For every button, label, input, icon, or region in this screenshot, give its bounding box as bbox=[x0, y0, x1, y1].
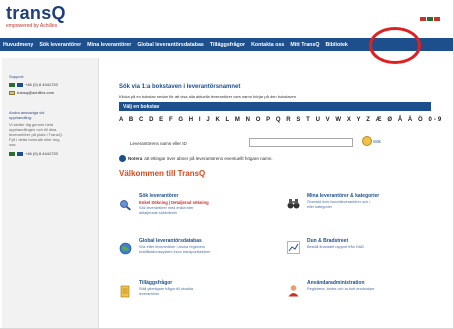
feature-title[interactable]: Dun & Bradstreet bbox=[307, 238, 348, 244]
questions-body-5: oss: bbox=[9, 142, 17, 147]
language-flag-icon[interactable] bbox=[427, 17, 433, 21]
support-phone-row: +46 (0) 8 4441720 bbox=[9, 82, 58, 87]
nav-item-global-databas[interactable]: Global leverantörsdatabas bbox=[134, 42, 207, 48]
note-bold: Notera bbox=[128, 156, 143, 161]
feature-desc: Registrera, ändra och ta bort användare bbox=[307, 287, 375, 291]
support-label: Support: bbox=[9, 74, 25, 79]
language-flag-icon[interactable] bbox=[420, 17, 426, 21]
search-icon bbox=[362, 136, 372, 146]
nav-item-mitt-transq[interactable]: Mitt TransQ bbox=[287, 42, 322, 48]
questions-phone: +46 (0) 8 4441720 bbox=[25, 151, 58, 156]
nav-item-huvudmeny[interactable]: Huvudmeny bbox=[0, 42, 36, 48]
feature-dun-bradstreet[interactable]: Dun & Bradstreet Beställ finansiell rapp… bbox=[287, 238, 437, 260]
flag-icon bbox=[17, 151, 23, 156]
nav-item-kontakta-oss[interactable]: Kontakta oss bbox=[248, 42, 287, 48]
questions-body-4[interactable]: Fyll i detta formulär eller ring bbox=[9, 137, 59, 142]
supplier-name-label: Leverantörens namn eller ID bbox=[130, 141, 187, 146]
logo-subtitle: empowered by Achilles bbox=[6, 23, 58, 29]
feature-my-suppliers[interactable]: Mina leverantörer & kategorier Översikt … bbox=[287, 193, 437, 219]
feature-desc: Sök efter leverantörer i andra regioners bbox=[139, 245, 206, 249]
questions-heading-2: upphandling: bbox=[9, 115, 32, 120]
main-nav: Huvudmeny Sök leverantörer Mina leverant… bbox=[0, 38, 453, 51]
chart-icon bbox=[287, 241, 300, 254]
feature-desc: Sök leverantörer med enkla eller bbox=[139, 206, 194, 210]
note-text: att ettingar över abner på leverantörens… bbox=[144, 156, 273, 161]
flag-icon bbox=[17, 82, 23, 87]
feature-desc: detaljerade sökkriterier bbox=[139, 211, 178, 215]
link-separator: | bbox=[168, 200, 171, 205]
sidebar: Support: +46 (0) 8 4441720 transq@achill… bbox=[2, 58, 99, 328]
support-email[interactable]: transq@achilles.com bbox=[17, 90, 54, 95]
globe-icon bbox=[119, 242, 132, 255]
nav-item-tillaggsfragor[interactable]: Tilläggsfrågor bbox=[207, 42, 248, 48]
search-description: Klicka på en bokstav nedan för att visa … bbox=[119, 94, 296, 99]
search-people-icon bbox=[120, 200, 131, 211]
simple-search-link[interactable]: Enkel Sökning bbox=[139, 200, 168, 205]
search-note: Notera att ettingar över abner på levera… bbox=[119, 155, 273, 162]
letter-bar-label: Välj en bokstav bbox=[123, 103, 160, 110]
feature-desc: Beställ finansiell rapport från D&B bbox=[307, 245, 364, 249]
questions-phone-row: +46 (0) 8 4441720 bbox=[9, 151, 58, 156]
feature-user-admin[interactable]: Användaradministration Registrera, ändra… bbox=[287, 280, 437, 302]
nav-item-sok-leverantorer[interactable]: Sök leverantörer bbox=[36, 42, 84, 48]
letter-bar: Välj en bokstav bbox=[119, 102, 431, 111]
language-flag-icon[interactable] bbox=[434, 17, 440, 21]
logo[interactable]: transQ empowered by Achilles bbox=[6, 4, 66, 29]
feature-global-database[interactable]: Global leverantörsdatabas Sök efter leve… bbox=[119, 238, 269, 264]
search-button[interactable]: Sök bbox=[362, 136, 381, 146]
feature-desc: Ställ ytterligare frågor till utvalda bbox=[139, 287, 194, 291]
welcome-title: Välkommen till TransQ bbox=[119, 169, 206, 178]
info-icon bbox=[119, 155, 126, 162]
search-heading: Sök via 1:a bokstaven i leverantörsnamne… bbox=[119, 84, 241, 90]
page: transQ empowered by Achilles Huvudmeny S… bbox=[0, 0, 454, 329]
flag-icon bbox=[9, 82, 15, 87]
feature-desc: Översikt över favoritleverantörer och / bbox=[307, 200, 371, 204]
feature-title[interactable]: Mina leverantörer & kategorier bbox=[307, 193, 379, 199]
language-selector[interactable] bbox=[420, 17, 440, 21]
feature-additional-questions[interactable]: Tilläggsfrågor Ställ ytterligare frågor … bbox=[119, 280, 269, 306]
flag-icon bbox=[9, 151, 15, 156]
support-email-row[interactable]: transq@achilles.com bbox=[9, 90, 54, 95]
nav-item-bibliotek[interactable]: Bibliotek bbox=[322, 42, 350, 48]
alphabet-links[interactable]: A B C D E F G H I J K L M N O P Q R S T … bbox=[119, 117, 443, 123]
feature-desc: kvalifikationssystem inom transportsekto… bbox=[139, 250, 211, 254]
feature-title[interactable]: Global leverantörsdatabas bbox=[139, 238, 202, 244]
search-button-label: Sök bbox=[373, 138, 381, 144]
feature-search-suppliers[interactable]: Sök leverantörer Enkel Sökning | Detalje… bbox=[119, 193, 269, 223]
feature-desc: eller kategorier bbox=[307, 205, 333, 209]
detailed-search-link[interactable]: Detaljerad sökning bbox=[171, 200, 208, 205]
support-phone: +46 (0) 8 4441720 bbox=[25, 82, 58, 87]
document-icon bbox=[120, 285, 130, 298]
nav-item-mina-leverantorer[interactable]: Mina leverantörer bbox=[84, 42, 134, 48]
supplier-name-input[interactable] bbox=[249, 138, 353, 147]
feature-desc: leverantörer bbox=[139, 292, 160, 296]
feature-links: Enkel Sökning | Detaljerad sökning bbox=[139, 200, 209, 205]
user-admin-icon bbox=[288, 285, 299, 297]
logo-title: transQ bbox=[6, 3, 66, 23]
feature-title[interactable]: Tilläggsfrågor bbox=[139, 280, 172, 286]
feature-title[interactable]: Sök leverantörer bbox=[139, 193, 178, 199]
binoculars-icon bbox=[287, 199, 300, 209]
feature-title[interactable]: Användaradministration bbox=[307, 280, 365, 286]
mail-icon bbox=[9, 90, 15, 95]
